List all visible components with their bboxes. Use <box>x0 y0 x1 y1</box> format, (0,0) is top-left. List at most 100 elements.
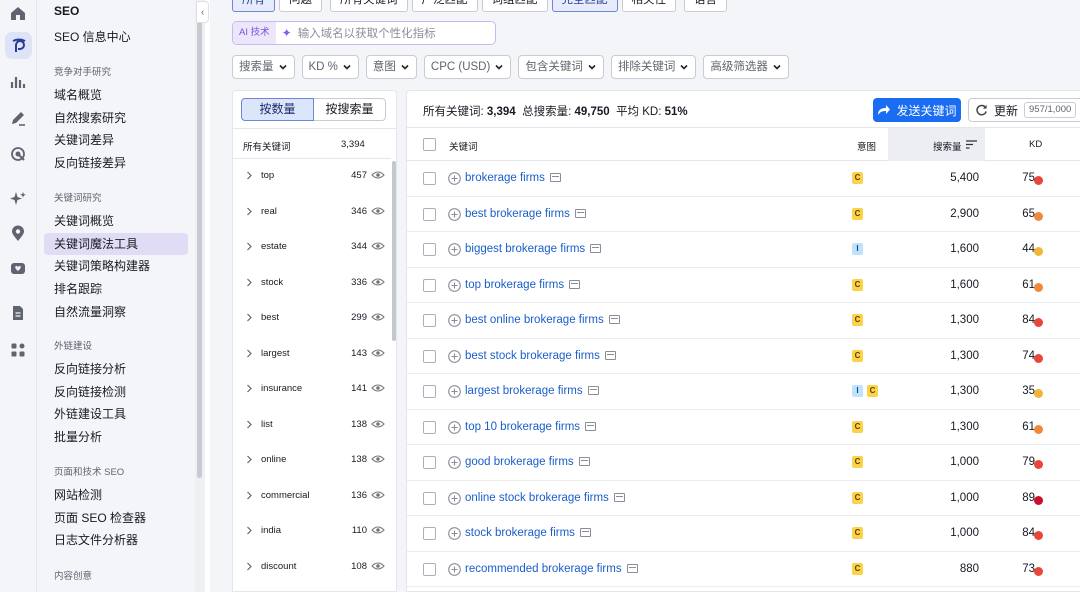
group-row[interactable]: online 138 <box>233 443 391 478</box>
eye-icon[interactable] <box>371 454 385 464</box>
sidebar-item[interactable]: 网站检测 <box>44 484 188 506</box>
row-checkbox[interactable] <box>423 491 436 505</box>
keyword-link[interactable]: biggest brokerage firms <box>465 243 602 255</box>
add-to-list-icon[interactable] <box>448 314 461 327</box>
add-to-list-icon[interactable] <box>448 562 461 576</box>
keyword-link[interactable]: recommended brokerage firms <box>465 563 638 575</box>
target-icon[interactable] <box>8 144 28 164</box>
sort-by-count-button[interactable]: 按数量 <box>241 98 314 121</box>
row-checkbox[interactable] <box>423 243 436 256</box>
chevron-right-icon[interactable] <box>246 455 253 464</box>
filter-dropdown[interactable]: 搜索量 <box>232 55 295 79</box>
sidebar-item[interactable]: 反向链接差异 <box>44 152 188 174</box>
row-checkbox[interactable] <box>423 385 436 398</box>
update-button[interactable]: 更新 957/1,000 <box>968 98 1080 122</box>
sidebar-item[interactable]: 关键词差异 <box>44 129 188 151</box>
eye-icon[interactable] <box>371 241 385 251</box>
group-row[interactable]: stock 336 <box>233 266 391 301</box>
ai-domain-input[interactable]: AI 技术 ✦ 输入域名以获取个性化指标 <box>232 21 496 45</box>
tab-5[interactable]: 完全匹配 <box>551 0 618 12</box>
sparkle-icon[interactable] <box>8 189 28 209</box>
chevron-right-icon[interactable] <box>246 313 253 322</box>
sidebar-item-seo-hub[interactable]: SEO 信息中心 <box>44 26 188 48</box>
sidebar-item[interactable]: 关键词概览 <box>44 210 188 232</box>
add-to-list-icon[interactable] <box>448 491 461 505</box>
add-to-list-icon[interactable] <box>448 172 461 185</box>
column-header-kd[interactable]: KD <box>1029 139 1042 150</box>
groups-scrollbar[interactable] <box>391 159 396 589</box>
seo-icon[interactable] <box>5 32 32 59</box>
eye-icon[interactable] <box>371 525 385 535</box>
chevron-right-icon[interactable] <box>246 349 253 358</box>
row-checkbox[interactable] <box>423 420 436 434</box>
add-to-list-icon[interactable] <box>448 420 461 434</box>
row-checkbox[interactable] <box>423 278 436 292</box>
sidebar-item[interactable]: 自然搜索研究 <box>44 107 188 129</box>
column-header-keyword[interactable]: 关键词 <box>449 139 478 153</box>
filter-dropdown[interactable]: 排除关键词 <box>610 55 697 79</box>
keyword-link[interactable]: online stock brokerage firms <box>465 492 625 504</box>
chevron-right-icon[interactable] <box>246 491 253 500</box>
chevron-right-icon[interactable] <box>246 278 253 287</box>
row-checkbox[interactable] <box>423 207 436 221</box>
keyword-link[interactable]: top 10 brokerage firms <box>465 421 597 433</box>
filter-dropdown[interactable]: 包含关键词 <box>518 55 604 79</box>
all-keywords-group-label[interactable]: 所有关键词 <box>243 139 291 153</box>
sidebar-item[interactable]: 日志文件分析器 <box>44 529 188 551</box>
group-row[interactable]: list 138 <box>233 408 391 443</box>
eye-icon[interactable] <box>371 419 385 429</box>
eye-icon[interactable] <box>371 383 385 393</box>
sidebar-item[interactable]: 域名概览 <box>44 84 188 106</box>
group-row[interactable]: india 110 <box>233 514 391 549</box>
column-header-volume[interactable]: 搜索量 <box>933 139 962 153</box>
group-row[interactable]: insurance 141 <box>233 372 391 407</box>
tab-3[interactable]: 广泛匹配 <box>411 0 478 12</box>
group-row[interactable]: top 457 <box>233 159 391 194</box>
eye-icon[interactable] <box>371 561 385 571</box>
chevron-right-icon[interactable] <box>246 526 253 535</box>
select-all-checkbox[interactable] <box>423 138 436 151</box>
sidebar-item[interactable]: 反向链接分析 <box>44 358 188 380</box>
eye-icon[interactable] <box>371 348 385 358</box>
group-row[interactable]: largest 143 <box>233 337 391 372</box>
add-to-list-icon[interactable] <box>448 527 461 540</box>
tab-4[interactable]: 词组匹配 <box>481 0 548 12</box>
sidebar-item[interactable]: 关键词策略构建器 <box>44 255 188 277</box>
keyword-link[interactable]: best brokerage firms <box>465 208 586 220</box>
document-icon[interactable] <box>8 303 28 323</box>
filter-dropdown[interactable]: 意图 <box>365 55 417 79</box>
chevron-right-icon[interactable] <box>246 207 253 216</box>
row-checkbox[interactable] <box>423 527 436 540</box>
location-pin-icon[interactable] <box>8 224 28 244</box>
chevron-right-icon[interactable] <box>246 562 253 571</box>
chevron-right-icon[interactable] <box>246 171 253 180</box>
pen-icon[interactable] <box>8 108 28 128</box>
group-row[interactable]: real 346 <box>233 195 391 230</box>
sort-by-volume-button[interactable]: 按搜索量 <box>314 98 386 121</box>
group-row[interactable]: best 299 <box>233 301 391 336</box>
add-to-list-icon[interactable] <box>448 349 461 363</box>
heart-chat-icon[interactable] <box>8 259 28 279</box>
chevron-right-icon[interactable] <box>246 420 253 429</box>
sidebar-scrollbar[interactable] <box>195 0 205 592</box>
keyword-link[interactable]: top brokerage firms <box>465 279 581 291</box>
serp-features-icon[interactable] <box>608 315 620 324</box>
groups-scroll-thumb[interactable] <box>392 161 396 341</box>
sidebar-item[interactable]: 反向链接检测 <box>44 381 188 403</box>
serp-features-icon[interactable] <box>574 208 586 218</box>
serp-features-icon[interactable] <box>578 457 590 466</box>
chevron-right-icon[interactable] <box>246 242 253 251</box>
serp-features-icon[interactable] <box>579 528 591 537</box>
tab-1[interactable]: 问题 <box>279 0 322 12</box>
eye-icon[interactable] <box>371 206 385 216</box>
row-checkbox[interactable] <box>423 314 436 327</box>
add-to-list-icon[interactable] <box>448 456 461 469</box>
sidebar-item[interactable]: 关键词魔法工具 <box>44 232 188 255</box>
add-to-list-icon[interactable] <box>448 207 461 221</box>
eye-icon[interactable] <box>371 170 385 180</box>
apps-grid-icon[interactable] <box>8 340 28 360</box>
serp-features-icon[interactable] <box>604 350 616 360</box>
tab-7[interactable]: 语言 <box>684 0 727 12</box>
filter-dropdown[interactable]: KD % <box>301 55 359 79</box>
group-row[interactable]: discount 108 <box>233 550 391 585</box>
